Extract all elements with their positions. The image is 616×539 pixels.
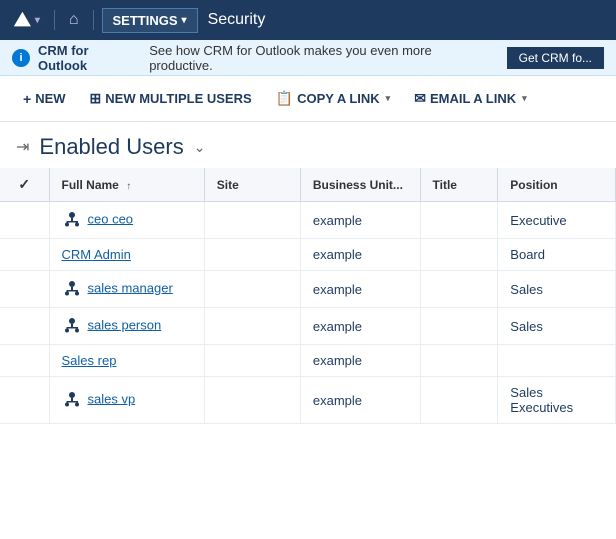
crm-outlook-banner: i CRM for Outlook See how CRM for Outloo… bbox=[0, 40, 616, 76]
copy-link-button[interactable]: 📋 COPY A LINK ▾ bbox=[265, 84, 402, 113]
row-fullname-link[interactable]: sales vp bbox=[88, 391, 136, 406]
new-button-label: NEW bbox=[35, 91, 65, 106]
email-link-label: EMAIL A LINK bbox=[430, 91, 516, 106]
row-position: Sales bbox=[498, 271, 616, 308]
crm-banner-title: CRM for Outlook bbox=[38, 43, 141, 73]
get-crm-button[interactable]: Get CRM fo... bbox=[507, 47, 604, 69]
row-site bbox=[204, 308, 300, 345]
nav-separator-2 bbox=[93, 10, 94, 30]
page-title: Enabled Users bbox=[39, 134, 183, 160]
row-site bbox=[204, 377, 300, 424]
row-site bbox=[204, 271, 300, 308]
row-fullname-link[interactable]: sales person bbox=[88, 317, 162, 332]
row-position: Sales bbox=[498, 308, 616, 345]
email-link-button[interactable]: ✉ EMAIL A LINK ▾ bbox=[403, 84, 537, 113]
home-icon[interactable]: ⌂ bbox=[63, 11, 85, 29]
table-row[interactable]: Sales rep example bbox=[0, 345, 616, 377]
businessunit-column-header[interactable]: Business Unit... bbox=[300, 168, 420, 202]
copy-link-dropdown-icon: ▾ bbox=[386, 93, 391, 104]
info-icon: i bbox=[12, 49, 30, 67]
view-dropdown-icon[interactable]: ⌄ bbox=[194, 139, 206, 156]
plus-icon: + bbox=[23, 91, 31, 107]
row-position: Sales Executives bbox=[498, 377, 616, 424]
table-row[interactable]: sales vp example Sales Executives bbox=[0, 377, 616, 424]
copy-icon: 📋 bbox=[276, 90, 293, 107]
row-fullname[interactable]: ceo ceo bbox=[49, 202, 204, 239]
row-title bbox=[420, 308, 498, 345]
new-multiple-users-label: NEW MULTIPLE USERS bbox=[105, 91, 251, 106]
new-multiple-users-button[interactable]: ⊞ NEW MULTIPLE USERS bbox=[79, 84, 263, 113]
multiple-users-icon: ⊞ bbox=[90, 90, 102, 107]
user-hierarchy-icon bbox=[62, 210, 82, 230]
row-position bbox=[498, 345, 616, 377]
row-position: Executive bbox=[498, 202, 616, 239]
nav-logo[interactable]: ⛰ ▾ bbox=[8, 9, 46, 32]
fullname-column-header[interactable]: Full Name ↑ bbox=[49, 168, 204, 202]
copy-link-label: COPY A LINK bbox=[297, 91, 380, 106]
row-fullname[interactable]: CRM Admin bbox=[49, 239, 204, 271]
row-checkbox[interactable] bbox=[0, 271, 49, 308]
crm-banner-description: See how CRM for Outlook makes you even m… bbox=[149, 43, 498, 73]
row-site bbox=[204, 202, 300, 239]
nav-separator-1 bbox=[54, 10, 55, 30]
checkmark-icon: ✓ bbox=[18, 176, 30, 193]
row-checkbox[interactable] bbox=[0, 239, 49, 271]
users-table-container: ✓ Full Name ↑ Site Business Unit... Titl… bbox=[0, 168, 616, 424]
settings-label: SETTINGS bbox=[113, 13, 178, 28]
table-row[interactable]: sales manager example Sales bbox=[0, 271, 616, 308]
row-businessunit: example bbox=[300, 271, 420, 308]
select-all-header[interactable]: ✓ bbox=[0, 168, 49, 202]
new-button[interactable]: + NEW bbox=[12, 85, 77, 113]
row-businessunit: example bbox=[300, 239, 420, 271]
title-column-header[interactable]: Title bbox=[420, 168, 498, 202]
row-position: Board bbox=[498, 239, 616, 271]
table-row[interactable]: ceo ceo example Executive bbox=[0, 202, 616, 239]
row-title bbox=[420, 345, 498, 377]
row-fullname[interactable]: sales person bbox=[49, 308, 204, 345]
row-checkbox[interactable] bbox=[0, 345, 49, 377]
row-businessunit: example bbox=[300, 345, 420, 377]
sort-asc-icon: ↑ bbox=[126, 181, 131, 192]
pin-icon: ⇥ bbox=[16, 137, 29, 157]
table-row[interactable]: sales person example Sales bbox=[0, 308, 616, 345]
user-hierarchy-icon bbox=[62, 390, 82, 410]
logo-chevron-icon: ▾ bbox=[35, 15, 40, 26]
user-hierarchy-icon bbox=[62, 279, 82, 299]
row-fullname[interactable]: Sales rep bbox=[49, 345, 204, 377]
row-fullname-link[interactable]: Sales rep bbox=[62, 353, 117, 368]
position-column-header[interactable]: Position bbox=[498, 168, 616, 202]
row-businessunit: example bbox=[300, 377, 420, 424]
row-title bbox=[420, 377, 498, 424]
page-header: ⇥ Enabled Users ⌄ bbox=[0, 122, 616, 168]
row-businessunit: example bbox=[300, 308, 420, 345]
row-site bbox=[204, 345, 300, 377]
row-fullname-link[interactable]: CRM Admin bbox=[62, 247, 131, 262]
row-fullname-link[interactable]: sales manager bbox=[88, 280, 173, 295]
site-column-header[interactable]: Site bbox=[204, 168, 300, 202]
row-title bbox=[420, 239, 498, 271]
row-checkbox[interactable] bbox=[0, 308, 49, 345]
user-hierarchy-icon bbox=[62, 316, 82, 336]
settings-menu-button[interactable]: SETTINGS ▾ bbox=[102, 8, 198, 33]
nav-bar: ⛰ ▾ ⌂ SETTINGS ▾ Security bbox=[0, 0, 616, 40]
toolbar: + NEW ⊞ NEW MULTIPLE USERS 📋 COPY A LINK… bbox=[0, 76, 616, 122]
row-fullname[interactable]: sales vp bbox=[49, 377, 204, 424]
users-table: ✓ Full Name ↑ Site Business Unit... Titl… bbox=[0, 168, 616, 424]
table-body: ceo ceo example Executive CRM Admin example B… bbox=[0, 202, 616, 424]
row-title bbox=[420, 271, 498, 308]
row-fullname[interactable]: sales manager bbox=[49, 271, 204, 308]
email-icon: ✉ bbox=[414, 90, 426, 107]
security-page-title: Security bbox=[208, 11, 266, 29]
table-header: ✓ Full Name ↑ Site Business Unit... Titl… bbox=[0, 168, 616, 202]
row-fullname-link[interactable]: ceo ceo bbox=[88, 211, 134, 226]
app-logo-icon: ⛰ bbox=[14, 9, 31, 32]
row-site bbox=[204, 239, 300, 271]
row-checkbox[interactable] bbox=[0, 202, 49, 239]
row-title bbox=[420, 202, 498, 239]
email-link-dropdown-icon: ▾ bbox=[522, 93, 527, 104]
row-checkbox[interactable] bbox=[0, 377, 49, 424]
table-row[interactable]: CRM Admin example Board bbox=[0, 239, 616, 271]
settings-chevron-icon: ▾ bbox=[182, 15, 187, 26]
row-businessunit: example bbox=[300, 202, 420, 239]
